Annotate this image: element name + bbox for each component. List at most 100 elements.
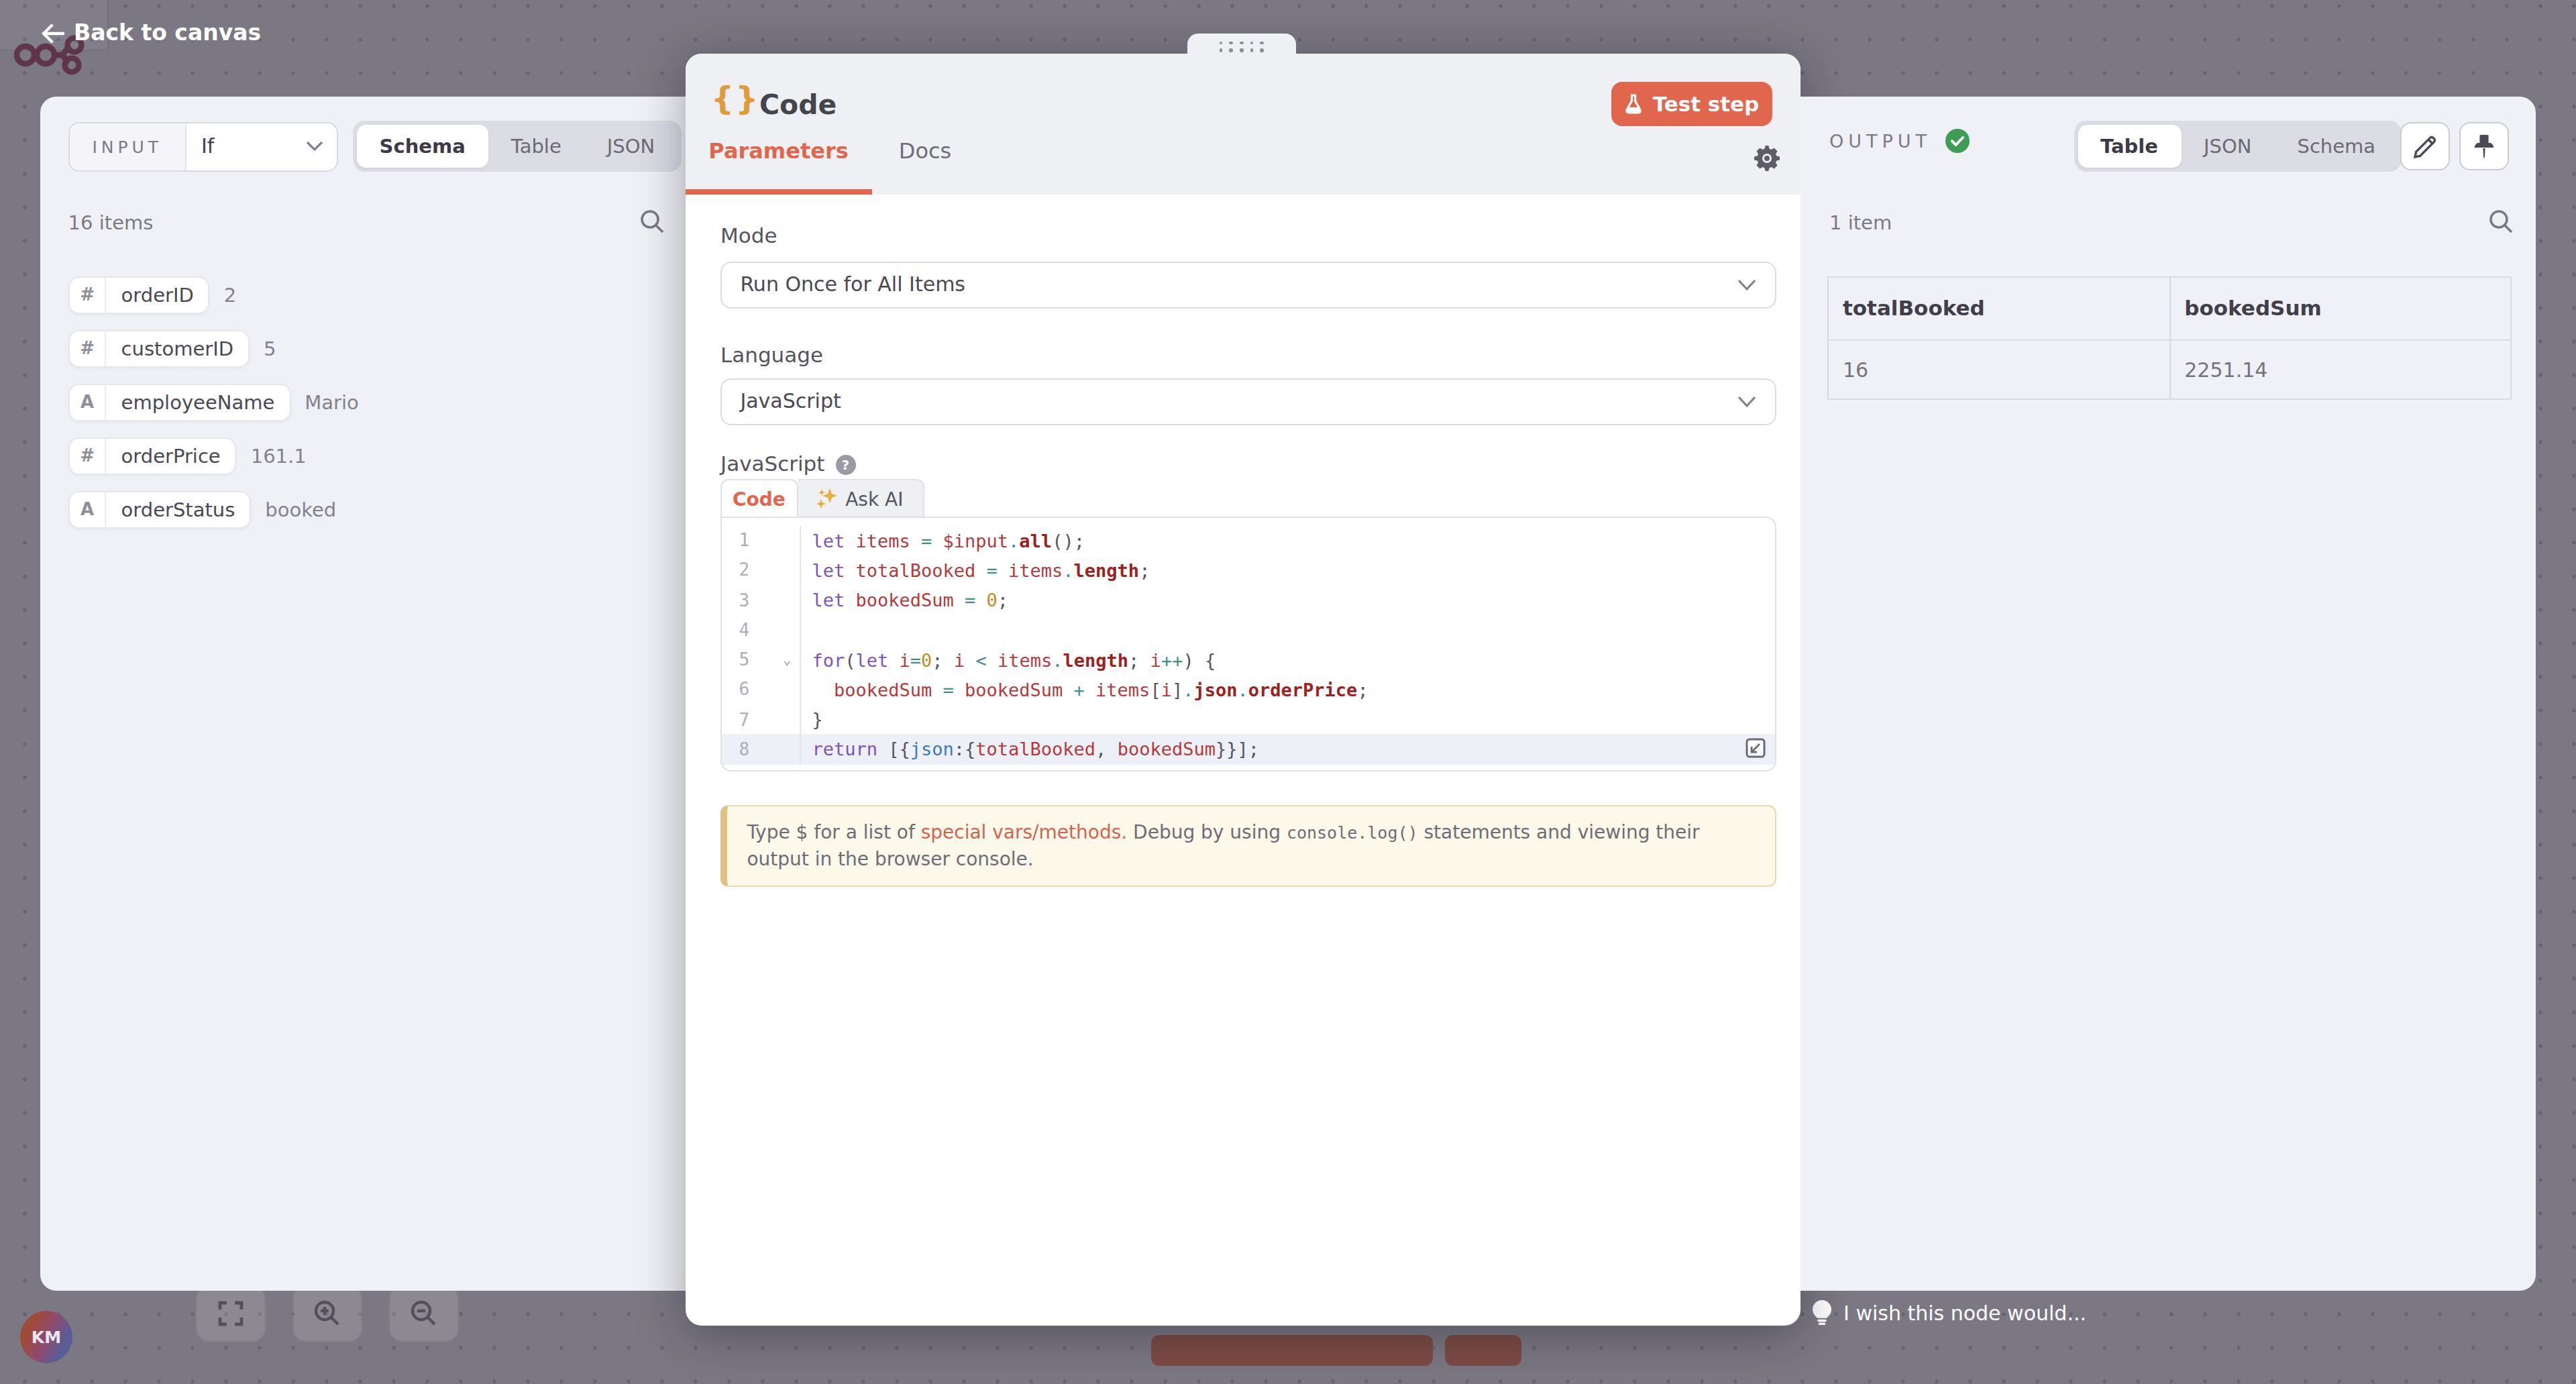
avatar-initials: KM <box>32 1327 61 1347</box>
field-name: customerID <box>107 331 248 367</box>
canvas-zoom-out-button[interactable] <box>389 1285 459 1342</box>
expand-editor-icon[interactable] <box>1745 739 1765 763</box>
input-tab-json[interactable]: JSON <box>584 124 678 168</box>
wish-label: I wish this node would... <box>1843 1301 2086 1325</box>
hint-text: Debug by using <box>1127 821 1287 843</box>
sparkles-icon <box>817 488 837 509</box>
line-number: 7 <box>721 704 800 735</box>
mode-select[interactable]: Run Once for All Items <box>720 261 1776 309</box>
field-type-icon: A <box>70 492 107 528</box>
tab-parameters[interactable]: Parameters <box>685 138 872 164</box>
ask-ai-label: Ask AI <box>845 488 903 509</box>
canvas-zoom-in-button[interactable] <box>292 1285 362 1342</box>
field-value: 2 <box>224 284 236 306</box>
field-name: orderID <box>107 278 209 313</box>
output-panel <box>1800 96 2536 1290</box>
canvas-ghost-button-wide <box>1151 1335 1433 1365</box>
output-tab-schema[interactable]: Schema <box>2275 124 2399 168</box>
output-tab-table[interactable]: Table <box>2078 124 2181 168</box>
editor-label: JavaScript ? <box>720 452 855 476</box>
avatar[interactable]: KM <box>20 1311 72 1363</box>
code-line-4: 4 <box>721 615 1774 645</box>
column-header-totalBooked: totalBooked <box>1828 277 2169 340</box>
line-number: 1 <box>721 525 800 555</box>
table-cell: 2251.14 <box>2169 340 2511 400</box>
field-type-icon: # <box>70 439 107 474</box>
code-editor[interactable]: 1let items = $input.all();2let totalBook… <box>720 516 1776 771</box>
input-view-tabs: SchemaTableJSON <box>354 121 682 171</box>
line-number: 2 <box>721 555 800 586</box>
field-type-icon: # <box>70 278 107 313</box>
field-type-icon: A <box>70 385 107 421</box>
fold-arrow-icon[interactable]: ⌄ <box>783 652 791 667</box>
output-view-tabs: TableJSONSchema <box>2074 121 2402 171</box>
back-link-label: Back to canvas <box>74 20 261 46</box>
special-vars-link[interactable]: special vars/methods. <box>921 821 1128 843</box>
success-check-icon <box>1945 129 1969 153</box>
schema-item-orderID[interactable]: #orderID 2 <box>68 276 237 315</box>
output-title-text: OUTPUT <box>1829 130 1931 152</box>
table-cell: 16 <box>1828 340 2169 400</box>
chevron-down-icon <box>1737 396 1756 408</box>
gear-icon[interactable] <box>1754 145 1780 172</box>
code-line-1: 1let items = $input.all(); <box>721 525 1774 555</box>
output-panel-title: OUTPUT <box>1829 129 1969 153</box>
editor-tab-code[interactable]: Code <box>720 479 798 517</box>
schema-item-orderPrice[interactable]: #orderPrice161.1 <box>68 437 307 476</box>
schema-item-employeeName[interactable]: AemployeeName Mario <box>68 384 359 422</box>
field-value: booked <box>265 499 336 521</box>
back-arrow-icon <box>42 23 64 42</box>
editor-hint-box: Type $ for a list of special vars/method… <box>720 805 1776 887</box>
code-line-7: 7} <box>721 704 1774 735</box>
line-number: 8 <box>721 735 800 765</box>
output-items-count: 1 item <box>1829 212 1892 233</box>
pin-output-button[interactable] <box>2459 122 2509 171</box>
language-value: JavaScript <box>740 390 841 414</box>
help-icon[interactable]: ? <box>835 454 855 474</box>
output-tab-json[interactable]: JSON <box>2181 124 2275 168</box>
panel-drag-handle[interactable] <box>1187 34 1295 55</box>
mode-label: Mode <box>720 224 777 248</box>
input-tab-table[interactable]: Table <box>488 124 584 168</box>
canvas-fit-view-button[interactable] <box>196 1285 266 1342</box>
code-node-icon: {} <box>711 81 759 118</box>
code-line-6: 6 bookedSum = bookedSum + items[i].json.… <box>721 675 1774 705</box>
test-step-label: Test step <box>1653 92 1760 116</box>
edit-output-button[interactable] <box>2400 122 2449 171</box>
zoom-out-icon <box>409 1299 439 1328</box>
code-line-3: 3let bookedSum = 0; <box>721 585 1774 615</box>
chevron-down-icon <box>307 141 324 152</box>
field-name: employeeName <box>107 385 290 421</box>
field-type-icon: # <box>70 331 107 367</box>
field-value: Mario <box>305 392 359 413</box>
input-tab-schema[interactable]: Schema <box>357 124 488 168</box>
tab-docs[interactable]: Docs <box>872 138 978 164</box>
lightbulb-icon <box>1813 1300 1831 1326</box>
active-tab-underline <box>685 189 872 195</box>
code-line-5: 5⌄for(let i=0; i < items.length; i++) { <box>721 645 1774 675</box>
line-number: 4 <box>721 615 800 645</box>
schema-item-orderStatus[interactable]: AorderStatus booked <box>68 491 337 529</box>
chevron-down-icon <box>1737 279 1756 291</box>
input-search-icon[interactable] <box>640 209 664 233</box>
node-feedback-link[interactable]: I wish this node would... <box>1813 1300 2086 1326</box>
field-value: 5 <box>264 338 276 360</box>
editor-label-text: JavaScript <box>720 452 824 476</box>
editor-tab-ask-ai[interactable]: Ask AI <box>798 479 924 517</box>
field-value: 161.1 <box>251 445 307 467</box>
input-source-select[interactable]: INPUT If <box>68 121 339 171</box>
table-row: 162251.14 <box>1828 340 2511 400</box>
back-to-canvas-link[interactable]: Back to canvas <box>42 20 261 46</box>
output-table: totalBookedbookedSum162251.14 <box>1827 276 2512 401</box>
pencil-icon <box>2413 135 2436 158</box>
code-line-2: 2let totalBooked = items.length; <box>721 555 1774 586</box>
input-items-count: 16 items <box>68 212 154 233</box>
test-step-button[interactable]: Test step <box>1611 82 1772 126</box>
drag-dots-icon <box>1220 42 1264 52</box>
language-label: Language <box>720 343 823 367</box>
language-select[interactable]: JavaScript <box>720 378 1776 425</box>
field-name: orderStatus <box>107 492 250 528</box>
output-search-icon[interactable] <box>2489 209 2513 233</box>
flask-icon <box>1625 94 1642 114</box>
schema-item-customerID[interactable]: #customerID 5 <box>68 330 276 368</box>
